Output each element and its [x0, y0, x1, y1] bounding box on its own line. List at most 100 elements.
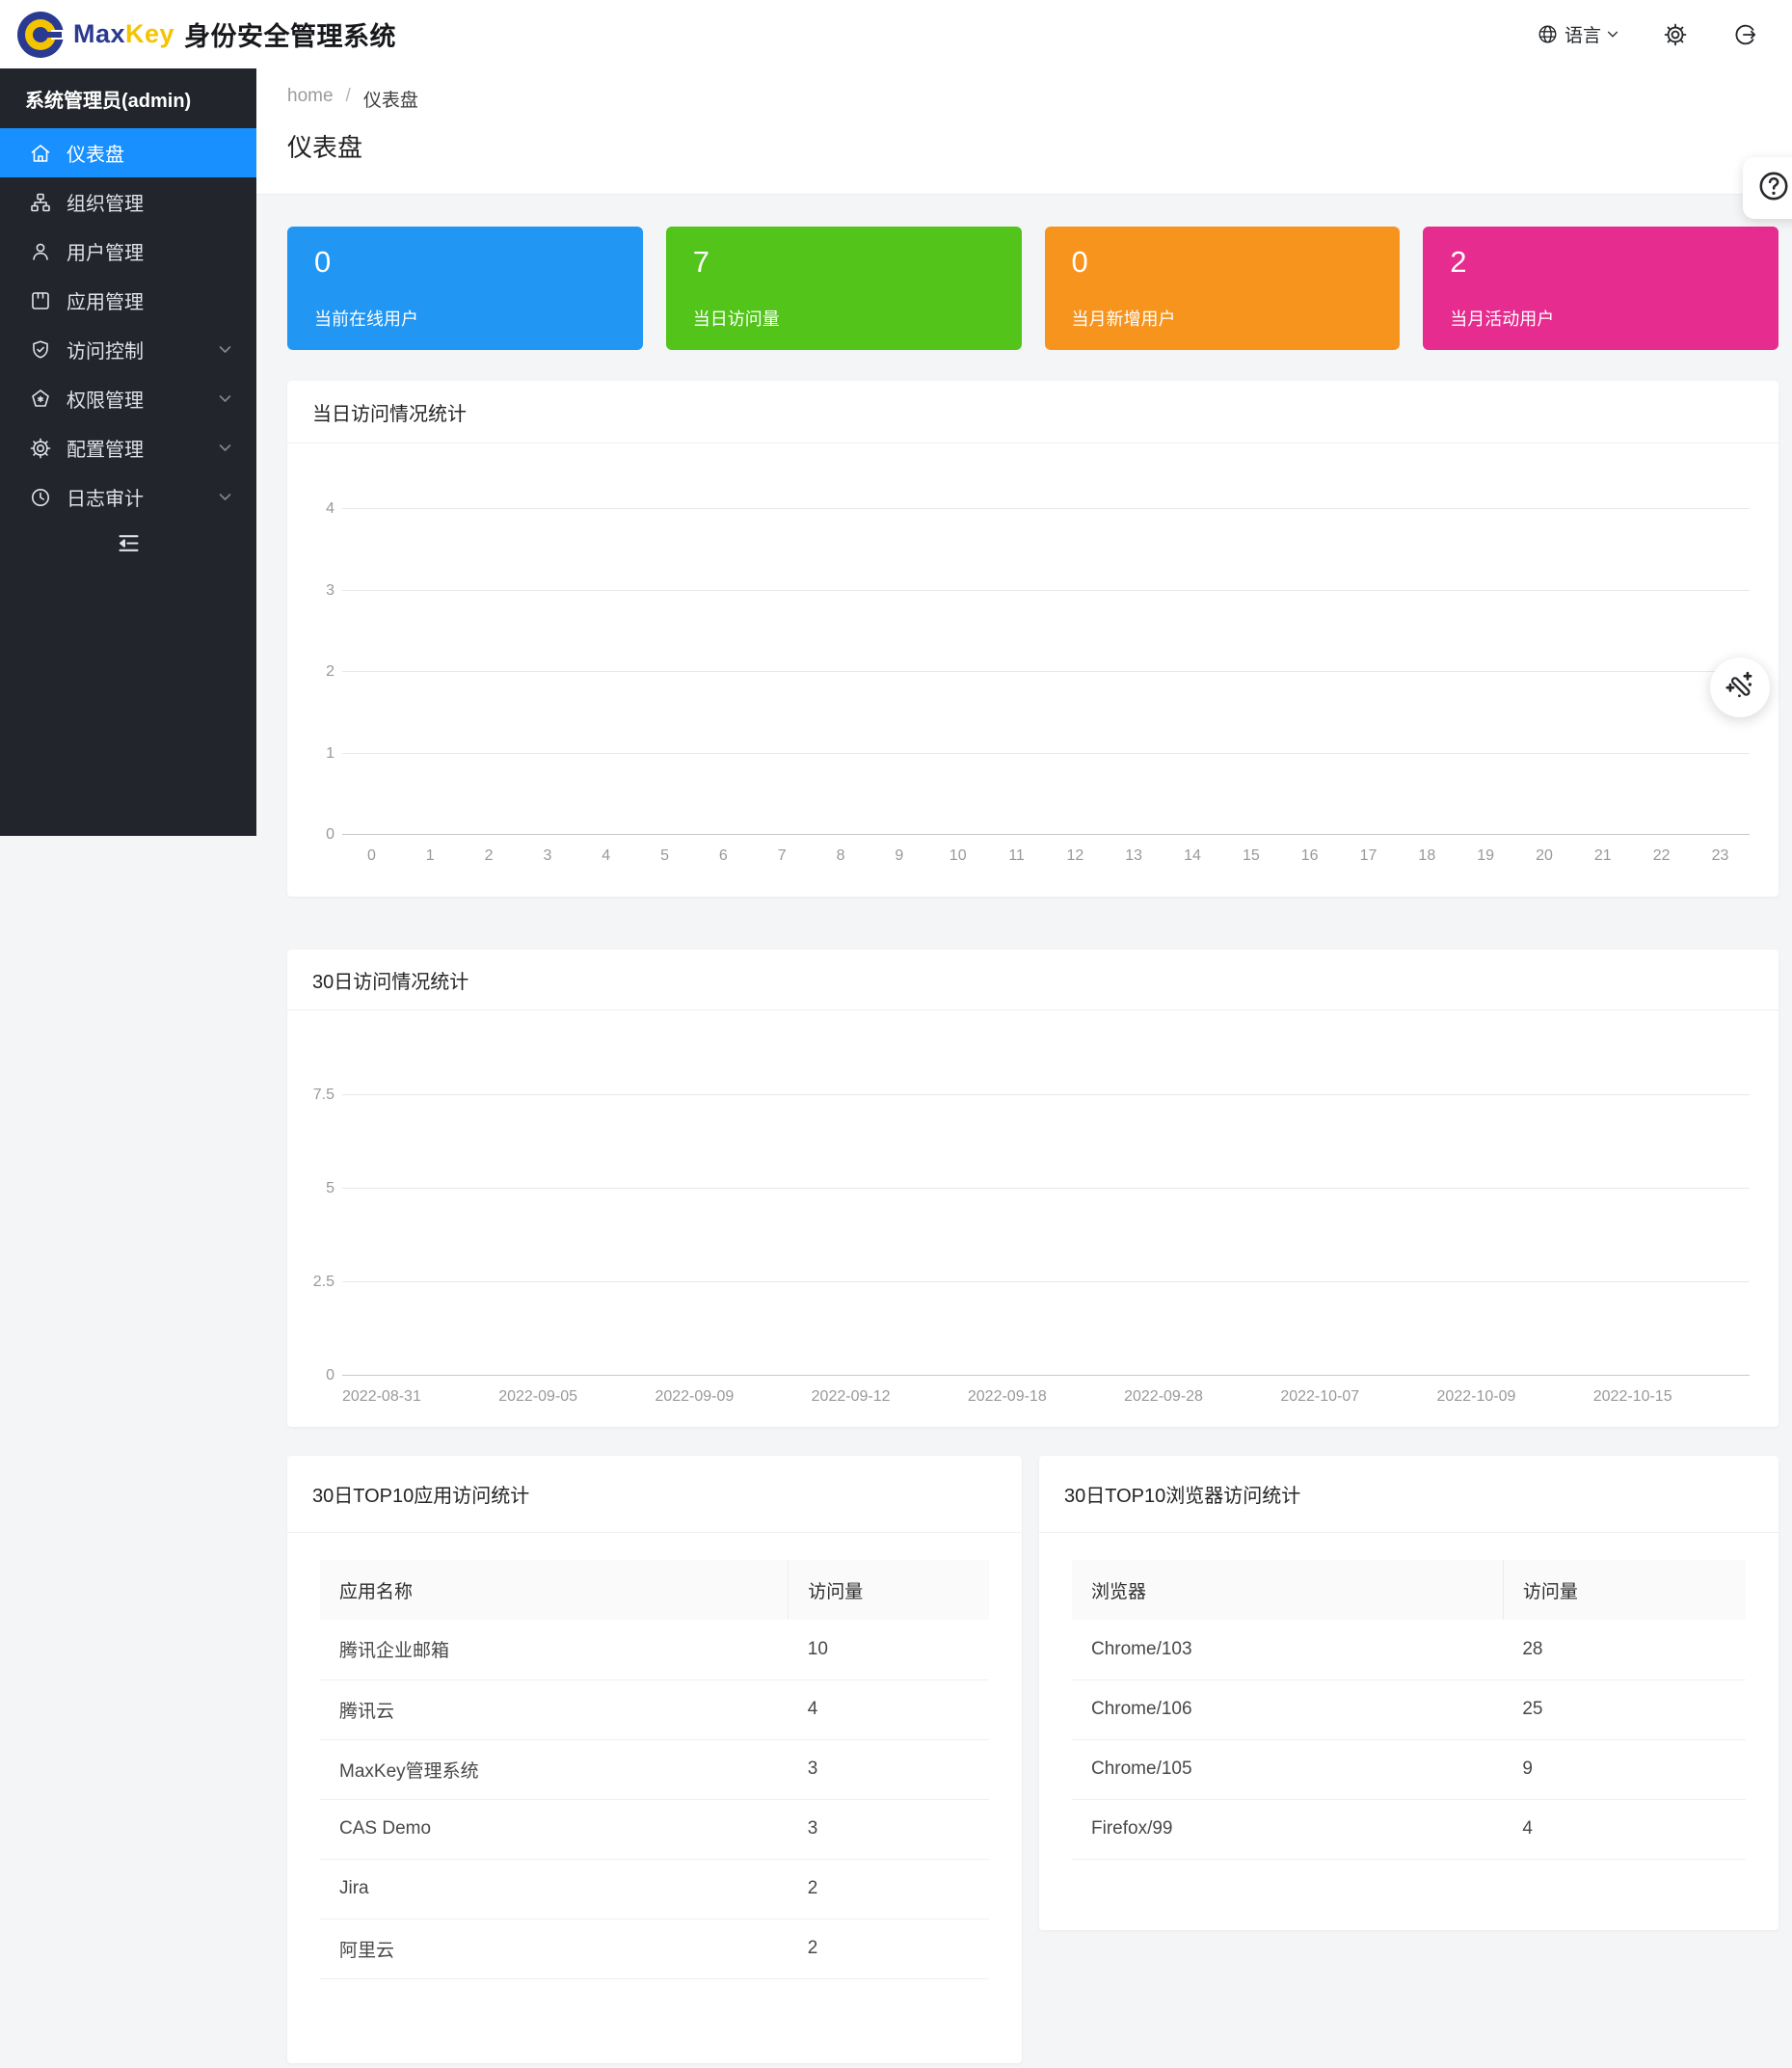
daily-visits-card-title: 当日访问情况统计	[287, 381, 1779, 443]
sidebar-item-label: 配置管理	[67, 434, 144, 462]
table-row: 阿里云2	[320, 1919, 989, 1978]
sidebar-item-5[interactable]: 访问控制	[0, 325, 256, 374]
stat-label: 当日访问量	[693, 306, 995, 331]
table-cell: 腾讯云	[320, 1679, 789, 1739]
table-cell: 4	[1503, 1799, 1746, 1859]
header-actions: 语言	[1537, 21, 1757, 47]
top-apps-card-title: 30日TOP10应用访问统计	[287, 1456, 1022, 1533]
chevron-down-icon	[219, 493, 231, 501]
column-header: 访问量	[789, 1560, 989, 1620]
page-title: 仪表盘	[287, 128, 362, 164]
y-axis-tick: 1	[292, 745, 334, 763]
x-axis-tick: 6	[719, 847, 728, 865]
x-axis-tick: 2022-09-28	[1124, 1388, 1203, 1406]
table-cell: MaxKey管理系统	[320, 1739, 789, 1799]
x-axis-tick: 9	[895, 847, 903, 865]
table-cell: 2	[789, 1919, 989, 1978]
table-row: 腾讯云4	[320, 1679, 989, 1739]
top-apps-table: 应用名称访问量腾讯企业邮箱10腾讯云4MaxKey管理系统3CAS Demo3J…	[320, 1560, 989, 1979]
table-row: Chrome/1059	[1072, 1739, 1746, 1799]
y-axis-tick: 0	[292, 1367, 334, 1384]
table-cell: Jira	[320, 1859, 789, 1919]
table-cell: 25	[1503, 1679, 1746, 1739]
table-cell: 10	[789, 1620, 989, 1679]
logout-button[interactable]	[1732, 22, 1757, 47]
sidebar-item-7[interactable]: 配置管理	[0, 423, 256, 472]
table-cell: 2	[789, 1859, 989, 1919]
table-row: Chrome/10625	[1072, 1679, 1746, 1739]
app-icon	[29, 289, 52, 312]
column-header: 浏览器	[1072, 1560, 1503, 1620]
sidebar-item-3[interactable]: 用户管理	[0, 227, 256, 276]
stat-card-2: 7 当日访问量	[666, 227, 1022, 350]
x-axis-tick: 2022-10-15	[1593, 1388, 1672, 1406]
settings-button[interactable]	[1663, 22, 1688, 47]
stat-label: 当月新增用户	[1072, 306, 1374, 331]
x-axis-tick: 20	[1536, 847, 1553, 865]
daily-visits-chart: 0123401234567891011121314151617181920212…	[342, 509, 1750, 865]
monthly-visits-card-title: 30日访问情况统计	[287, 950, 1779, 1010]
table-cell: 腾讯企业邮箱	[320, 1620, 789, 1679]
table-row: Chrome/10328	[1072, 1620, 1746, 1679]
sidebar: 系统管理员(admin) 仪表盘组织管理用户管理应用管理访问控制权限管理配置管理…	[0, 68, 256, 836]
x-axis-tick: 16	[1301, 847, 1319, 865]
x-axis-tick: 8	[837, 847, 845, 865]
table-cell: Chrome/105	[1072, 1739, 1503, 1799]
table-cell: 3	[789, 1799, 989, 1859]
language-label: 语言	[1565, 21, 1601, 47]
org-icon	[29, 191, 52, 214]
sidebar-collapse-button[interactable]	[0, 522, 256, 570]
table-row: 腾讯企业邮箱10	[320, 1620, 989, 1679]
stat-card-4: 2 当月活动用户	[1423, 227, 1779, 350]
x-axis-tick: 4	[602, 847, 610, 865]
column-header: 访问量	[1503, 1560, 1746, 1620]
theme-magic-button[interactable]	[1710, 658, 1770, 717]
sidebar-item-label: 权限管理	[67, 385, 144, 413]
x-axis-tick: 0	[367, 847, 376, 865]
x-axis-tick: 11	[1008, 847, 1025, 865]
help-button[interactable]	[1743, 157, 1792, 219]
x-axis-tick: 2022-09-09	[655, 1388, 734, 1406]
table-row: MaxKey管理系统3	[320, 1739, 989, 1799]
sidebar-item-label: 组织管理	[67, 188, 144, 216]
bars-layer	[342, 1028, 1750, 1376]
y-axis-tick: 0	[292, 826, 334, 844]
y-axis-tick: 2	[292, 663, 334, 681]
table-cell: Chrome/106	[1072, 1679, 1503, 1739]
y-axis-tick: 7.5	[292, 1087, 334, 1104]
sidebar-item-label: 用户管理	[67, 237, 144, 265]
app-title: MaxKey 身份安全管理系统	[73, 15, 396, 53]
x-axis-tick: 2022-09-12	[812, 1388, 891, 1406]
x-axis-tick: 14	[1184, 847, 1201, 865]
top-browsers-card: 30日TOP10浏览器访问统计 浏览器访问量Chrome/10328Chrome…	[1039, 1456, 1779, 1930]
question-circle-icon	[1756, 169, 1791, 208]
sidebar-item-2[interactable]: 组织管理	[0, 177, 256, 227]
daily-visits-card: 当日访问情况统计 0123401234567891011121314151617…	[287, 381, 1779, 897]
table-cell: 28	[1503, 1620, 1746, 1679]
stat-value: 7	[693, 246, 995, 279]
sidebar-item-8[interactable]: 日志审计	[0, 472, 256, 522]
sidebar-item-1[interactable]: 仪表盘	[0, 128, 256, 177]
stat-label: 当月活动用户	[1450, 306, 1752, 331]
breadcrumb-home-link[interactable]: home	[287, 86, 334, 112]
home-icon	[29, 142, 52, 165]
monthly-visits-card: 30日访问情况统计 02.557.52022-08-312022-09-0520…	[287, 950, 1779, 1427]
x-axis-tick: 2022-10-09	[1437, 1388, 1516, 1406]
breadcrumb: home / 仪表盘	[287, 86, 418, 112]
sidebar-item-4[interactable]: 应用管理	[0, 276, 256, 325]
gear-icon	[29, 437, 52, 460]
chevron-down-icon	[219, 394, 231, 403]
x-axis-tick: 19	[1477, 847, 1494, 865]
table-cell: 阿里云	[320, 1919, 789, 1978]
x-axis-labels: 01234567891011121314151617181920212223	[342, 847, 1750, 865]
shield-check-icon	[29, 338, 52, 362]
language-selector[interactable]: 语言	[1537, 21, 1618, 47]
chart-plot-area: 01234	[342, 509, 1750, 835]
stat-value: 2	[1450, 246, 1752, 279]
x-axis-tick: 2022-08-31	[342, 1388, 421, 1406]
sidebar-item-label: 日志审计	[67, 483, 144, 511]
sidebar-item-6[interactable]: 权限管理	[0, 374, 256, 423]
table-row: CAS Demo3	[320, 1799, 989, 1859]
table-cell: 9	[1503, 1739, 1746, 1799]
audit-icon	[29, 486, 52, 509]
